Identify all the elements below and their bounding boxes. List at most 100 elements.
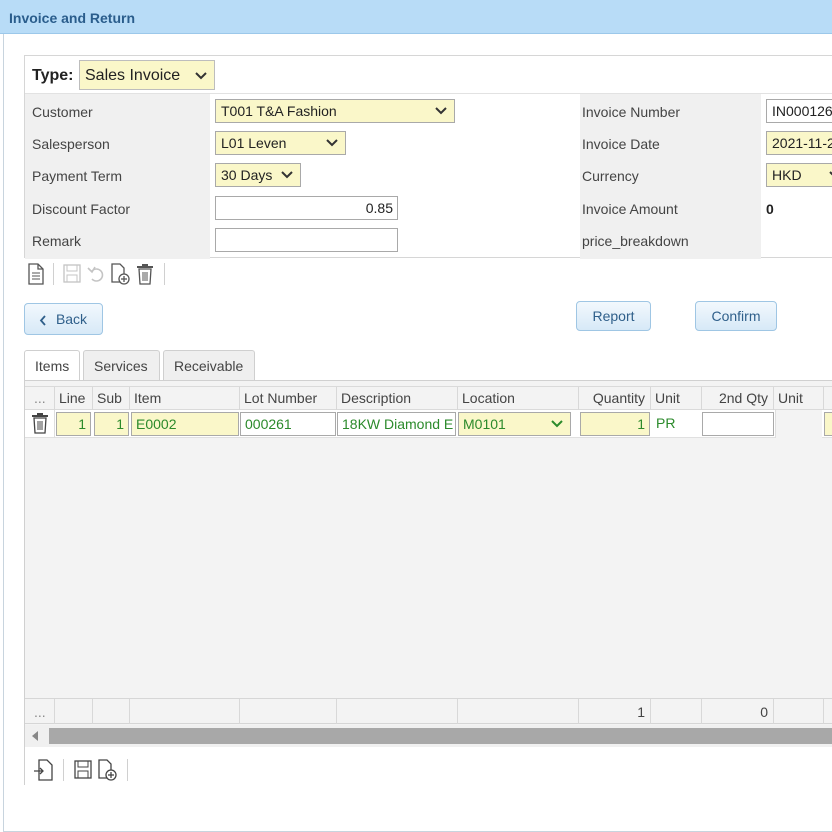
invoice-number-input[interactable]: IN000126 [766,99,832,123]
2nd-qty-input[interactable] [702,412,774,436]
grid-footer: ... 1 0 [25,698,832,724]
lot-number-cell[interactable]: 000261 [240,412,336,436]
save-icon[interactable] [73,759,93,781]
unit-cell: PR [656,415,676,431]
type-select[interactable]: Sales Invoice [79,60,215,90]
column-header-menu[interactable]: ... [25,387,55,410]
remark-input[interactable] [215,228,398,252]
invoice-header: Type: Sales Invoice Customer Salesperson… [24,55,832,259]
column-header-quantity[interactable]: Quantity [579,387,651,410]
chevron-down-icon [829,171,832,176]
item-cell[interactable]: E0002 [131,412,239,436]
grid-toolbar [25,747,832,785]
undo-icon[interactable] [86,263,106,285]
customer-value: T001 T&A Fashion [221,103,337,119]
invoice-amount-value: 0 [766,201,774,217]
price-breakdown-label: price_breakdown [582,233,689,249]
column-header-location[interactable]: Location [458,387,579,410]
insert-row-icon[interactable] [34,759,54,781]
tab-services-label: Services [94,358,148,374]
invoice-date-input[interactable]: 2021-11-2 [766,131,832,155]
report-button[interactable]: Report [576,301,651,331]
new-document-icon[interactable] [26,263,46,285]
footer-cell [240,699,337,724]
chevron-left-icon [39,315,46,326]
tab-items[interactable]: Items [24,350,80,382]
chevron-down-icon [195,72,207,80]
chevron-down-icon [326,139,338,147]
invoice-number-label: Invoice Number [582,104,681,120]
currency-value: HKD [772,167,802,183]
discount-factor-label: Discount Factor [32,201,131,217]
location-select[interactable]: M0101 [458,412,571,436]
back-button-label: Back [55,311,88,327]
horizontal-scrollbar[interactable] [25,725,832,747]
items-grid: ... Line Sub Item Lot Number Description… [24,380,832,785]
payment-term-select[interactable]: 30 Days [215,163,301,187]
add-document-icon[interactable] [97,759,117,781]
scroll-left-icon[interactable] [32,731,38,741]
quantity-cell[interactable]: 1 [580,412,650,436]
toolbar-separator [53,263,54,285]
toolbar-separator [164,263,165,285]
salesperson-select[interactable]: L01 Leven [215,131,346,155]
table-row[interactable]: 1 1 E0002 000261 18KW Diamond E M0101 1 … [25,410,832,438]
row-divider [54,410,55,438]
description-cell[interactable]: 18KW Diamond E [337,412,456,436]
discount-factor-input[interactable]: 0.85 [215,196,398,220]
column-header-unit[interactable]: Unit [651,387,702,410]
invoice-number-value: IN000126 [772,103,832,119]
toolbar-separator [63,759,64,781]
window-titlebar: Invoice and Return [0,0,832,34]
back-button[interactable]: Back [24,303,103,335]
column-header-sub[interactable]: Sub [93,387,130,410]
footer-cell [55,699,93,724]
column-header-item[interactable]: Item [130,387,240,410]
confirm-button-label: Confirm [711,308,761,324]
type-label: Type: [32,67,74,84]
column-header-2nd-qty[interactable]: 2nd Qty [702,387,774,410]
save-icon[interactable] [62,263,82,285]
payment-term-label: Payment Term [32,168,122,184]
footer-cell [458,699,579,724]
footer-cell [651,699,702,724]
column-header-lot-number[interactable]: Lot Number [240,387,337,410]
customer-select[interactable]: T001 T&A Fashion [215,99,455,123]
invoice-date-label: Invoice Date [582,136,660,152]
tab-services[interactable]: Services [83,350,160,381]
footer-menu[interactable]: ... [25,699,55,724]
currency-select[interactable]: HKD [766,163,832,187]
footer-cell [93,699,130,724]
toolbar-separator [127,759,128,781]
confirm-button[interactable]: Confirm [695,301,777,331]
type-select-value: Sales Invoice [85,67,181,84]
column-header-description[interactable]: Description [337,387,458,410]
delete-icon[interactable] [135,263,155,285]
salesperson-value: L01 Leven [221,135,287,151]
payment-term-value: 30 Days [221,167,273,183]
line-cell[interactable]: 1 [56,412,91,436]
chevron-down-icon [435,107,447,115]
column-header-unit-2[interactable]: Unit [774,387,824,410]
sub-cell[interactable]: 1 [94,412,129,436]
scrollbar-thumb[interactable] [49,728,832,744]
delete-row-icon[interactable] [31,413,49,434]
location-value: M0101 [463,416,506,432]
type-row: Type: Sales Invoice [25,56,832,94]
footer-cell [774,699,824,724]
chevron-down-icon [281,171,293,179]
chevron-down-icon [551,420,563,428]
2nd-qty-total: 0 [702,699,774,724]
invoice-amount-label: Invoice Amount [582,201,678,217]
discount-factor-value: 0.85 [365,200,393,216]
footer-cell [337,699,458,724]
report-button-label: Report [592,308,635,324]
remark-label: Remark [32,233,82,249]
next-column-cell[interactable] [824,412,832,436]
tab-receivable-label: Receivable [174,358,244,374]
column-header-line[interactable]: Line [55,387,93,410]
invoice-date-value: 2021-11-2 [772,135,832,151]
tab-receivable[interactable]: Receivable [163,350,255,381]
customer-label: Customer [32,104,93,120]
add-document-icon[interactable] [110,263,130,285]
